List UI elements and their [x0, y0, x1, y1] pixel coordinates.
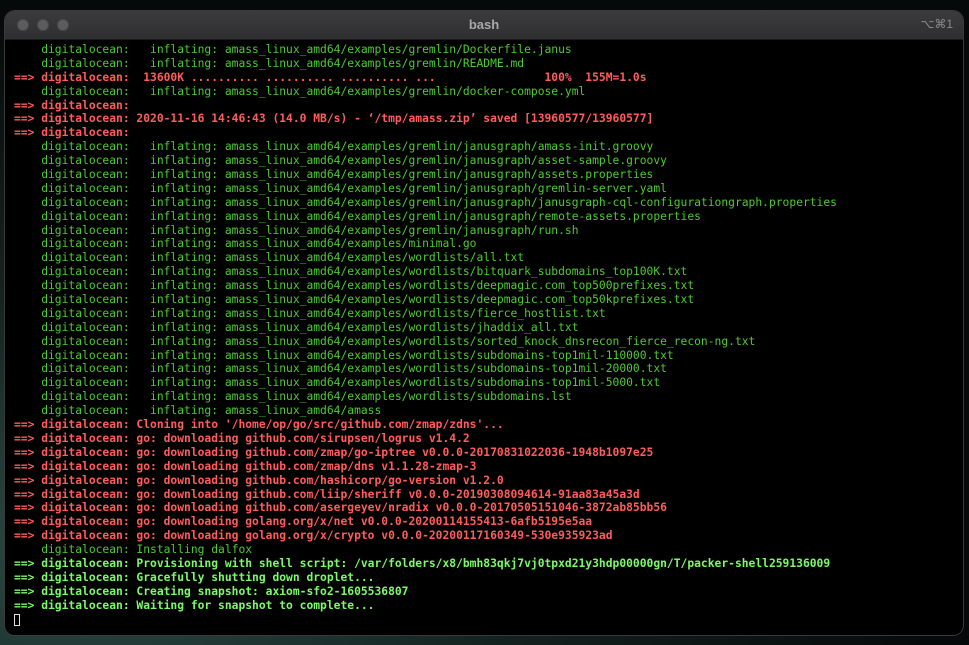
terminal-line: ==> digitalocean: go: downloading github…	[14, 431, 470, 445]
terminal-line: digitalocean: inflating: amass_linux_amd…	[14, 43, 572, 56]
title-bar: bash ⌥⌘1	[5, 11, 963, 40]
terminal-line: ==> digitalocean: go: downloading github…	[14, 459, 477, 473]
terminal-line: ==> digitalocean:	[14, 98, 130, 112]
terminal-line: ==> digitalocean: go: downloading golang…	[14, 515, 593, 529]
terminal-line: digitalocean: inflating: amass_linux_amd…	[14, 293, 695, 307]
terminal-line: digitalocean: inflating: amass_linux_amd…	[14, 334, 756, 348]
terminal-line: digitalocean: inflating: amass_linux_amd…	[14, 209, 701, 223]
terminal-line: ==> digitalocean: go: downloading github…	[14, 445, 654, 459]
text-cursor	[14, 613, 20, 626]
window-title: bash	[468, 17, 500, 32]
terminal-line: digitalocean: inflating: amass_linux_amd…	[14, 237, 477, 251]
terminal-line: digitalocean: inflating: amass_linux_amd…	[14, 140, 654, 154]
terminal-line: ==> digitalocean: go: downloading golang…	[14, 529, 613, 543]
terminal-line: digitalocean: inflating: amass_linux_amd…	[14, 195, 837, 209]
terminal-line: digitalocean: inflating: amass_linux_amd…	[14, 404, 382, 418]
terminal-line: digitalocean: inflating: amass_linux_amd…	[14, 279, 695, 293]
terminal-line: digitalocean: inflating: amass_linux_amd…	[14, 306, 606, 320]
terminal-line: ==> digitalocean: Waiting for snapshot t…	[14, 598, 375, 612]
terminal-line: ==> digitalocean: Cloning into '/home/op…	[14, 418, 504, 432]
window-shortcut-label: ⌥⌘1	[920, 17, 953, 31]
terminal-line: digitalocean: inflating: amass_linux_amd…	[14, 181, 667, 195]
terminal-line: digitalocean: inflating: amass_linux_amd…	[14, 320, 579, 334]
terminal-line: ==> digitalocean: Gracefully shutting do…	[14, 570, 375, 584]
prompt-line[interactable]	[14, 613, 963, 627]
terminal-line: digitalocean: inflating: amass_linux_amd…	[14, 265, 688, 279]
terminal-line: digitalocean: inflating: amass_linux_amd…	[14, 56, 525, 70]
terminal-window: bash ⌥⌘1 digitalocean: inflating: amass_…	[5, 11, 963, 635]
terminal-line: digitalocean: inflating: amass_linux_amd…	[14, 362, 667, 376]
terminal-line: ==> digitalocean: go: downloading github…	[14, 487, 640, 501]
terminal-output[interactable]: digitalocean: inflating: amass_linux_amd…	[5, 40, 963, 635]
terminal-line: digitalocean: Installing dalfox	[14, 543, 253, 557]
terminal-line: ==> digitalocean: 13600K .......... ....…	[14, 70, 647, 84]
terminal-line: ==> digitalocean:	[14, 126, 130, 140]
terminal-line: ==> digitalocean: Provisioning with shel…	[14, 556, 831, 570]
terminal-line: ==> digitalocean: go: downloading github…	[14, 473, 504, 487]
terminal-line: digitalocean: inflating: amass_linux_amd…	[14, 376, 661, 390]
terminal-line: digitalocean: inflating: amass_linux_amd…	[14, 168, 654, 182]
terminal-line: ==> digitalocean: go: downloading github…	[14, 501, 667, 515]
terminal-line: ==> digitalocean: 2020-11-16 14:46:43 (1…	[14, 112, 654, 126]
terminal-line: digitalocean: inflating: amass_linux_amd…	[14, 390, 572, 404]
terminal-line: digitalocean: inflating: amass_linux_amd…	[14, 154, 667, 168]
terminal-line: digitalocean: inflating: amass_linux_amd…	[14, 348, 674, 362]
terminal-line: digitalocean: inflating: amass_linux_amd…	[14, 251, 525, 265]
terminal-line: digitalocean: inflating: amass_linux_amd…	[14, 223, 579, 237]
terminal-line: ==> digitalocean: Creating snapshot: axi…	[14, 584, 409, 598]
terminal-line: digitalocean: inflating: amass_linux_amd…	[14, 84, 586, 98]
